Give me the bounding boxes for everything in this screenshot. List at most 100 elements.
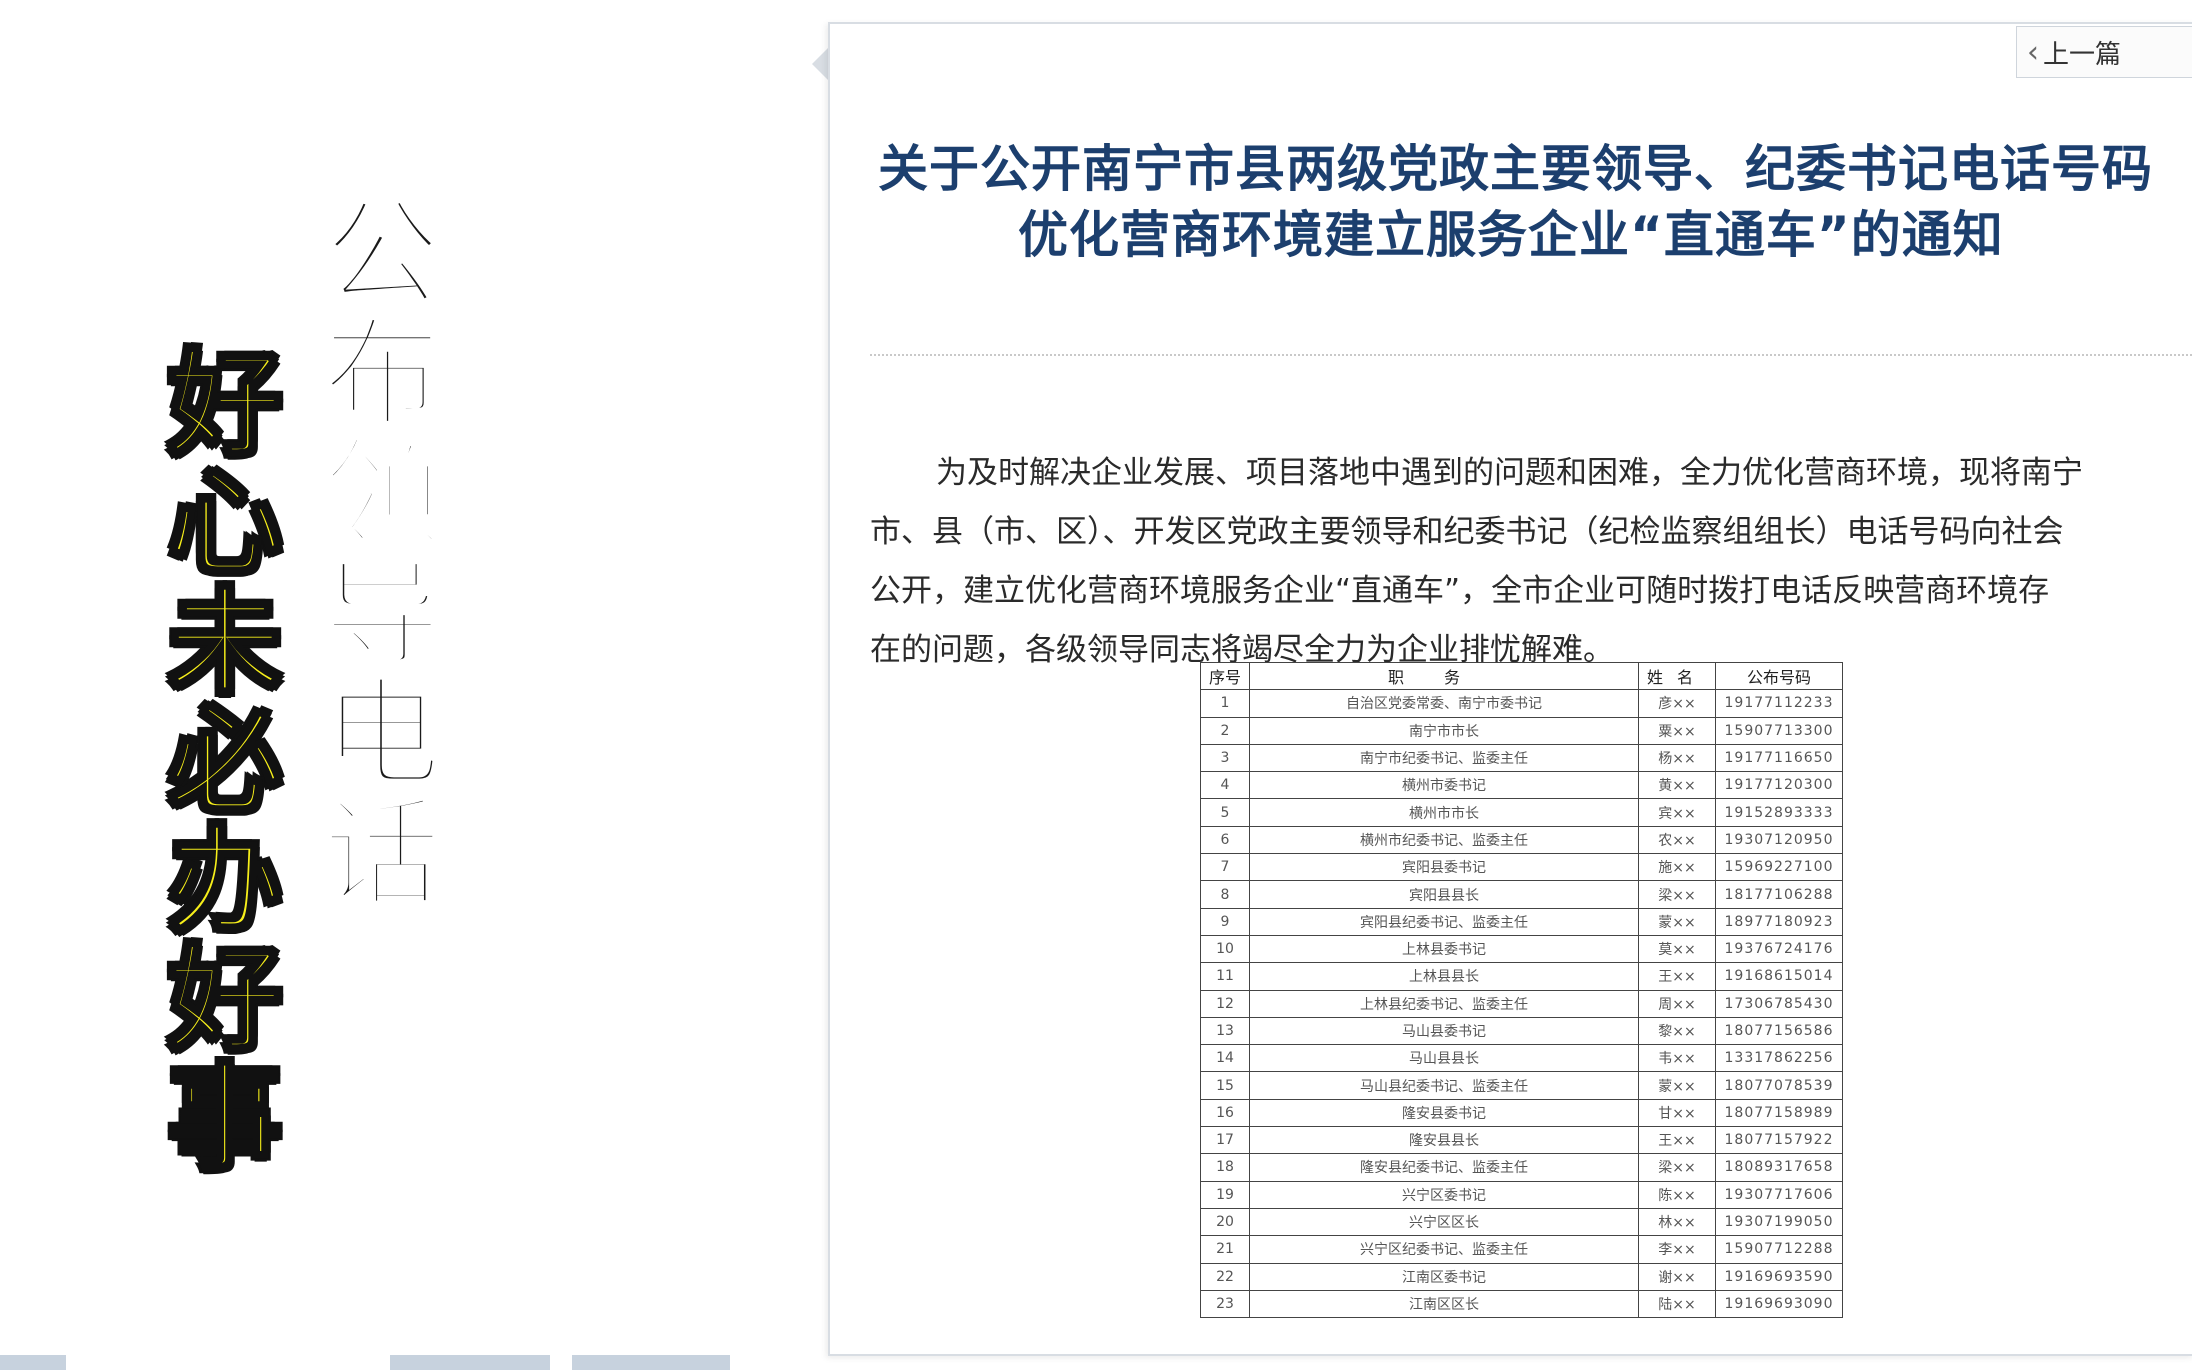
caption-yellow-char: 心 bbox=[166, 457, 284, 590]
cell-index: 1 bbox=[1200, 689, 1250, 718]
cell-name: 周×× bbox=[1638, 989, 1716, 1018]
cell-index: 23 bbox=[1200, 1289, 1250, 1319]
cell-position: 马山县纪委书记、监委主任 bbox=[1249, 1071, 1639, 1100]
cell-name: 陈×× bbox=[1638, 1180, 1716, 1209]
table-header-row: 序号 职务 姓名 公布号码 bbox=[1200, 661, 1843, 691]
cell-index: 16 bbox=[1200, 1098, 1250, 1128]
cell-name: 蒙×× bbox=[1638, 1071, 1716, 1100]
caption-yellow-char: 必 bbox=[166, 695, 284, 828]
caption-black-char: 公 bbox=[321, 185, 443, 323]
cell-phone: 19307717606 bbox=[1715, 1180, 1843, 1209]
table-row: 15 马山县纪委书记、监委主任 蒙×× 18077078539 bbox=[1200, 1071, 1843, 1100]
cell-index: 4 bbox=[1200, 771, 1250, 800]
cell-phone: 19168615014 bbox=[1715, 962, 1843, 991]
body-line: 为及时解决企业发展、项目落地中遇到的问题和困难，全力优化营商环境，现将南宁 bbox=[936, 455, 2083, 491]
cell-position: 江南区区长 bbox=[1249, 1289, 1639, 1319]
caption-black-char: 布 bbox=[321, 305, 443, 443]
cell-index: 13 bbox=[1200, 1016, 1250, 1046]
cell-position: 隆安县委书记 bbox=[1249, 1098, 1639, 1128]
cell-phone: 19152893333 bbox=[1715, 798, 1843, 827]
cell-name: 杨×× bbox=[1638, 743, 1716, 773]
thumbnail[interactable] bbox=[0, 1355, 66, 1370]
table-row: 3 南宁市纪委书记、监委主任 杨×× 19177116650 bbox=[1200, 743, 1843, 773]
cell-index: 21 bbox=[1200, 1235, 1250, 1264]
table-row: 4 横州市委书记 黄×× 19177120300 bbox=[1200, 771, 1843, 800]
contacts-table: 序号 职务 姓名 公布号码 1 自治区党委常委、南宁市委书记 彦×× 19177112… bbox=[1200, 661, 1843, 1319]
document-title: 关于公开南宁市县两级党政主要领导、纪委书记电话号码 优化营商环境建立服务企业“直… bbox=[878, 136, 2192, 268]
cell-index: 6 bbox=[1200, 825, 1250, 855]
cell-name: 蒙×× bbox=[1638, 907, 1716, 936]
cell-position: 兴宁区区长 bbox=[1249, 1207, 1639, 1237]
cell-index: 2 bbox=[1200, 716, 1250, 745]
cell-position: 南宁市纪委书记、监委主任 bbox=[1249, 743, 1639, 773]
caption-yellow-char: 事 bbox=[166, 1052, 284, 1185]
cell-position: 兴宁区纪委书记、监委主任 bbox=[1249, 1235, 1639, 1264]
body-line: 市、县（市、区）、开发区党政主要领导和纪委书记（纪检监察组组长）电话号码向社会 bbox=[870, 514, 2064, 550]
cell-name: 粟×× bbox=[1638, 716, 1716, 745]
caption-black-char: 导 bbox=[321, 545, 443, 683]
table-row: 20 兴宁区区长 林×× 19307199050 bbox=[1200, 1207, 1843, 1237]
thumbnail[interactable] bbox=[390, 1355, 550, 1370]
title-line-2: 优化营商环境建立服务企业“直通车”的通知 bbox=[1018, 206, 2004, 264]
cell-name: 宾×× bbox=[1638, 798, 1716, 827]
cell-name: 梁×× bbox=[1638, 1153, 1716, 1182]
cell-position: 横州市市长 bbox=[1249, 798, 1639, 827]
table-row: 6 横州市纪委书记、监委主任 农×× 19307120950 bbox=[1200, 825, 1843, 855]
cell-phone: 19177120300 bbox=[1715, 771, 1843, 800]
table-row: 14 马山县县长 韦×× 13317862256 bbox=[1200, 1044, 1843, 1073]
cell-position: 南宁市市长 bbox=[1249, 716, 1639, 745]
table-row: 23 江南区区长 陆×× 19169693090 bbox=[1200, 1289, 1843, 1319]
title-divider bbox=[870, 354, 2192, 356]
caption-black-char: 电 bbox=[321, 665, 443, 803]
cell-name: 彦×× bbox=[1638, 689, 1716, 718]
cell-index: 17 bbox=[1200, 1126, 1250, 1155]
table-row: 2 南宁市市长 粟×× 15907713300 bbox=[1200, 716, 1843, 745]
caption-yellow-char: 好 bbox=[166, 933, 284, 1066]
cell-name: 韦×× bbox=[1638, 1044, 1716, 1073]
chevron-left-icon: ‹ bbox=[2027, 34, 2039, 70]
cell-phone: 15907712288 bbox=[1715, 1235, 1843, 1264]
cell-position: 上林县纪委书记、监委主任 bbox=[1249, 989, 1639, 1018]
caption-black-char: 话 bbox=[321, 785, 443, 923]
cell-index: 14 bbox=[1200, 1044, 1250, 1073]
prev-article-button[interactable]: ‹ 上一篇 bbox=[2016, 26, 2192, 78]
header-index: 序号 bbox=[1200, 661, 1250, 691]
thumbnail-strip bbox=[0, 1355, 2192, 1370]
cell-position: 横州市纪委书记、监委主任 bbox=[1249, 825, 1639, 855]
cell-position: 宾阳县纪委书记、监委主任 bbox=[1249, 907, 1639, 936]
table-row: 12 上林县纪委书记、监委主任 周×× 17306785430 bbox=[1200, 989, 1843, 1018]
panel-notch bbox=[812, 48, 828, 80]
cell-position: 马山县委书记 bbox=[1249, 1016, 1639, 1046]
cell-name: 林×× bbox=[1638, 1207, 1716, 1237]
table-row: 10 上林县委书记 莫×× 19376724176 bbox=[1200, 934, 1843, 964]
caption-subtitle-vertical: 好心未必办好事 bbox=[166, 346, 284, 1185]
cell-phone: 15907713300 bbox=[1715, 716, 1843, 745]
table-row: 22 江南区委书记 谢×× 19169693590 bbox=[1200, 1262, 1843, 1291]
cell-position: 横州市委书记 bbox=[1249, 771, 1639, 800]
prev-article-label: 上一篇 bbox=[2043, 39, 2122, 70]
cell-position: 兴宁区委书记 bbox=[1249, 1180, 1639, 1209]
thumbnail[interactable] bbox=[572, 1355, 730, 1370]
table-row: 9 宾阳县纪委书记、监委主任 蒙×× 18977180923 bbox=[1200, 907, 1843, 936]
cell-name: 黄×× bbox=[1638, 771, 1716, 800]
cell-position: 上林县委书记 bbox=[1249, 934, 1639, 964]
cell-name: 王×× bbox=[1638, 962, 1716, 991]
cell-phone: 13317862256 bbox=[1715, 1044, 1843, 1073]
header-name: 姓名 bbox=[1638, 661, 1716, 691]
cell-index: 10 bbox=[1200, 934, 1250, 964]
title-line-1: 关于公开南宁市县两级党政主要领导、纪委书记电话号码 bbox=[878, 140, 2153, 198]
cell-position: 上林县县长 bbox=[1249, 962, 1639, 991]
cell-index: 12 bbox=[1200, 989, 1250, 1018]
cell-position: 宾阳县委书记 bbox=[1249, 853, 1639, 882]
cell-position: 隆安县县长 bbox=[1249, 1126, 1639, 1155]
cell-index: 19 bbox=[1200, 1180, 1250, 1209]
cell-position: 马山县县长 bbox=[1249, 1044, 1639, 1073]
contacts-table-wrap: 序号 职务 姓名 公布号码 1 自治区党委常委、南宁市委书记 彦×× 19177112… bbox=[1200, 661, 1843, 1319]
table-row: 5 横州市市长 宾×× 19152893333 bbox=[1200, 798, 1843, 827]
header-position: 职务 bbox=[1249, 661, 1639, 691]
table-row: 7 宾阳县委书记 施×× 15969227100 bbox=[1200, 853, 1843, 882]
cell-phone: 18077078539 bbox=[1715, 1071, 1843, 1100]
cell-phone: 18089317658 bbox=[1715, 1153, 1843, 1182]
cell-phone: 18977180923 bbox=[1715, 907, 1843, 936]
caption-yellow-char: 未 bbox=[166, 576, 284, 709]
